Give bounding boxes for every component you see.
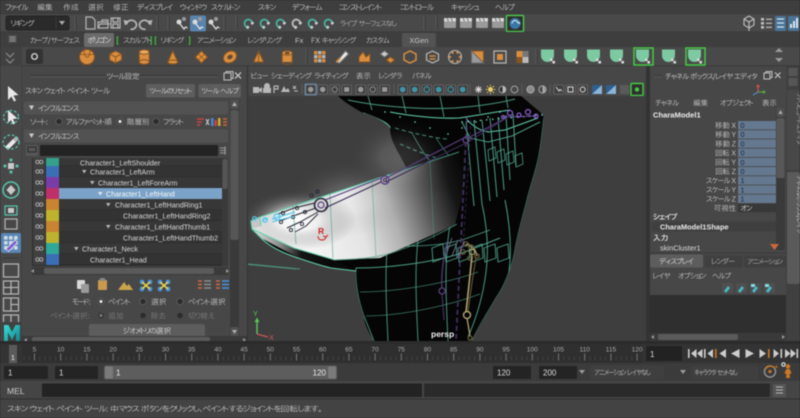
svg-text:65: 65 bbox=[345, 347, 353, 354]
svg-text:Character1_LeftShoulder: Character1_LeftShoulder bbox=[80, 159, 161, 168]
svg-text:115: 115 bbox=[606, 347, 617, 354]
svg-text:90: 90 bbox=[476, 347, 484, 354]
svg-text:1: 1 bbox=[116, 369, 121, 378]
svg-text:0: 0 bbox=[741, 139, 745, 148]
svg-text:20: 20 bbox=[109, 347, 117, 354]
svg-text:105: 105 bbox=[553, 347, 564, 354]
svg-text:Character1_LeftHandThumb1: Character1_LeftHandThumb1 bbox=[115, 222, 210, 231]
svg-text:0: 0 bbox=[741, 121, 745, 130]
svg-text:120: 120 bbox=[632, 347, 643, 354]
svg-text:0: 0 bbox=[741, 167, 745, 176]
svg-text:Character1_Head: Character1_Head bbox=[90, 255, 147, 264]
svg-text:75: 75 bbox=[398, 347, 406, 354]
svg-text:35: 35 bbox=[188, 347, 196, 354]
svg-text:25: 25 bbox=[136, 347, 144, 354]
svg-text:100: 100 bbox=[527, 347, 538, 354]
svg-text:Fx: Fx bbox=[295, 36, 304, 45]
svg-text:110: 110 bbox=[579, 347, 590, 354]
svg-text:5: 5 bbox=[33, 347, 37, 354]
svg-text:120: 120 bbox=[313, 369, 327, 378]
svg-text:200: 200 bbox=[543, 369, 557, 378]
svg-text:60: 60 bbox=[319, 347, 327, 354]
svg-text:50: 50 bbox=[267, 347, 275, 354]
svg-text:1: 1 bbox=[8, 369, 13, 378]
svg-text:85: 85 bbox=[450, 347, 458, 354]
svg-text:CharaModel1Shape: CharaModel1Shape bbox=[660, 223, 729, 232]
svg-text:R: R bbox=[318, 226, 324, 236]
svg-text:0: 0 bbox=[741, 149, 745, 158]
svg-text:120: 120 bbox=[497, 369, 511, 378]
svg-text:Character1_LeftHand: Character1_LeftHand bbox=[106, 189, 175, 198]
svg-text:15: 15 bbox=[83, 347, 91, 354]
svg-text:70: 70 bbox=[371, 347, 379, 354]
svg-text:Character1_LeftArm: Character1_LeftArm bbox=[90, 167, 155, 176]
svg-text:1: 1 bbox=[741, 176, 745, 185]
svg-text:Character1_LeftHandRing1: Character1_LeftHandRing1 bbox=[115, 200, 203, 209]
svg-text:Character1_Neck: Character1_Neck bbox=[82, 244, 138, 253]
svg-text:Y: Y bbox=[253, 309, 258, 318]
svg-text:45: 45 bbox=[240, 347, 248, 354]
svg-text:80: 80 bbox=[424, 347, 432, 354]
svg-text:30: 30 bbox=[162, 347, 170, 354]
svg-text:0: 0 bbox=[741, 130, 745, 139]
svg-text:XGen: XGen bbox=[409, 36, 428, 45]
svg-text:Character1_LeftForeArm: Character1_LeftForeArm bbox=[98, 178, 178, 187]
svg-text:10: 10 bbox=[57, 347, 65, 354]
svg-text:MEL: MEL bbox=[7, 386, 25, 396]
svg-text:0: 0 bbox=[741, 158, 745, 167]
svg-text:1: 1 bbox=[11, 353, 15, 362]
svg-text:1: 1 bbox=[741, 195, 745, 204]
svg-text:CharaModel1: CharaModel1 bbox=[653, 111, 701, 120]
svg-text:Character1_LeftHandThumb2: Character1_LeftHandThumb2 bbox=[123, 233, 218, 242]
svg-text:persp: persp bbox=[431, 329, 454, 339]
svg-text:X: X bbox=[269, 333, 274, 342]
svg-text:55: 55 bbox=[293, 347, 301, 354]
svg-text:skinCluster1: skinCluster1 bbox=[660, 244, 701, 253]
svg-text:1: 1 bbox=[650, 350, 655, 359]
svg-text:40: 40 bbox=[214, 347, 222, 354]
svg-text:Character1_LeftHandRing2: Character1_LeftHandRing2 bbox=[123, 211, 211, 220]
svg-text:1: 1 bbox=[741, 185, 745, 194]
svg-text:1: 1 bbox=[59, 369, 64, 378]
svg-text:95: 95 bbox=[502, 347, 510, 354]
